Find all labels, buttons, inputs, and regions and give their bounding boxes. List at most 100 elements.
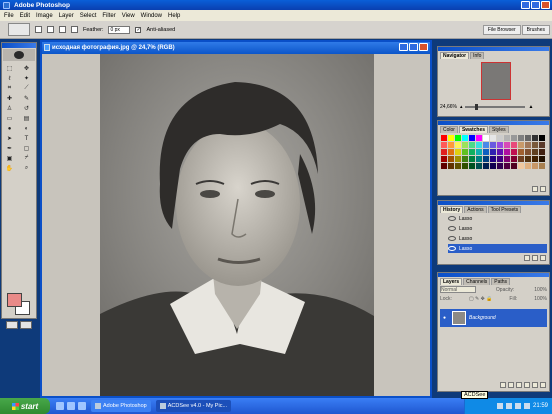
eye-visibility-icon[interactable]: ● xyxy=(440,315,449,321)
color-swatch[interactable] xyxy=(525,156,531,162)
new-layer-icon[interactable] xyxy=(532,382,538,388)
color-swatch[interactable] xyxy=(455,163,461,169)
menu-select[interactable]: Select xyxy=(80,13,97,19)
menu-filter[interactable]: Filter xyxy=(102,13,115,19)
layer-row-background[interactable]: ● Background xyxy=(440,309,547,327)
lock-icons[interactable]: ▢ ✎ ✥ 🔒 xyxy=(469,296,493,302)
doc-maximize-button[interactable] xyxy=(409,43,418,51)
eraser-tool-icon[interactable]: ▭ xyxy=(3,114,16,123)
color-swatch[interactable] xyxy=(455,142,461,148)
tab-color[interactable]: Color xyxy=(440,126,458,133)
zoom-in-icon[interactable]: ▲ xyxy=(528,104,533,110)
new-selection-icon[interactable] xyxy=(35,26,42,33)
color-swatch[interactable] xyxy=(497,156,503,162)
tool-preset-picker[interactable] xyxy=(8,23,30,36)
marquee-tool-icon[interactable]: ⬚ xyxy=(3,64,16,73)
history-item[interactable]: Lasso xyxy=(448,214,547,223)
minimize-button[interactable] xyxy=(521,1,530,9)
color-swatch[interactable] xyxy=(483,163,489,169)
color-swatch[interactable] xyxy=(462,156,468,162)
tab-actions[interactable]: Actions xyxy=(464,206,487,213)
history-item-selected[interactable]: Lasso xyxy=(448,244,547,253)
color-swatch[interactable] xyxy=(469,156,475,162)
color-swatch[interactable] xyxy=(511,135,517,141)
color-swatch[interactable] xyxy=(469,149,475,155)
color-swatch[interactable] xyxy=(441,135,447,141)
color-swatch[interactable] xyxy=(518,156,524,162)
color-swatch[interactable] xyxy=(476,163,482,169)
color-swatch[interactable] xyxy=(448,142,454,148)
color-swatch[interactable] xyxy=(448,156,454,162)
quickmask-mode-icon[interactable] xyxy=(20,321,32,329)
color-swatch[interactable] xyxy=(469,142,475,148)
move-tool-icon[interactable]: ✥ xyxy=(20,64,33,73)
color-swatch[interactable] xyxy=(462,135,468,141)
brush-tool-icon[interactable]: ✎ xyxy=(20,94,33,103)
zoom-slider[interactable] xyxy=(465,104,526,110)
notes-tool-icon[interactable]: ▣ xyxy=(3,154,16,163)
desktop-icon[interactable] xyxy=(56,402,64,410)
feather-input[interactable]: 0 px xyxy=(108,25,131,34)
color-swatch[interactable] xyxy=(532,135,538,141)
color-swatch[interactable] xyxy=(518,135,524,141)
tab-info[interactable]: Info xyxy=(470,52,485,59)
opacity-value[interactable]: 100% xyxy=(534,287,547,293)
tray-icon[interactable] xyxy=(496,403,503,409)
color-swatch[interactable] xyxy=(525,135,531,141)
color-swatch[interactable] xyxy=(476,149,482,155)
menu-layer[interactable]: Layer xyxy=(59,13,74,19)
menu-view[interactable]: View xyxy=(122,13,135,19)
volume-icon[interactable] xyxy=(523,403,530,409)
new-document-from-state-icon[interactable] xyxy=(524,255,530,261)
color-swatch[interactable] xyxy=(539,156,545,162)
navigator-thumbnail[interactable] xyxy=(481,62,511,100)
color-swatch[interactable] xyxy=(532,142,538,148)
color-swatch[interactable] xyxy=(448,149,454,155)
healing-brush-icon[interactable]: ✚ xyxy=(3,94,16,103)
browser-icon[interactable] xyxy=(67,402,75,410)
toolbox-titlebar[interactable] xyxy=(2,43,36,48)
adobe-online-button[interactable] xyxy=(3,49,35,61)
layer-style-icon[interactable] xyxy=(500,382,506,388)
shape-tool-icon[interactable]: ▢ xyxy=(20,144,33,153)
menu-window[interactable]: Window xyxy=(141,13,162,19)
standard-mode-icon[interactable] xyxy=(6,321,18,329)
document-titlebar[interactable]: исходная фотография.jpg @ 24,7% (RGB) xyxy=(42,42,430,54)
crop-tool-icon[interactable]: ⌗ xyxy=(3,84,16,93)
color-swatch[interactable] xyxy=(476,135,482,141)
task-photoshop[interactable]: Adobe Photoshop xyxy=(91,400,151,412)
color-swatch[interactable] xyxy=(483,149,489,155)
color-swatch[interactable] xyxy=(504,135,510,141)
intersect-selection-icon[interactable] xyxy=(71,26,78,33)
color-swatch[interactable] xyxy=(441,142,447,148)
layer-mask-icon[interactable] xyxy=(508,382,514,388)
eyedropper-tool-icon[interactable]: ⌿ xyxy=(20,154,33,163)
history-item[interactable]: Lasso xyxy=(448,224,547,233)
blur-tool-icon[interactable]: ● xyxy=(3,124,16,133)
new-swatch-icon[interactable] xyxy=(532,186,538,192)
color-swatch[interactable] xyxy=(504,142,510,148)
adjustment-layer-icon[interactable] xyxy=(524,382,530,388)
color-swatch[interactable] xyxy=(532,149,538,155)
color-swatch[interactable] xyxy=(455,135,461,141)
zoom-out-icon[interactable]: ▴ xyxy=(460,104,463,110)
task-acdsee[interactable]: ACDSee v4.0 - My Pic... xyxy=(155,400,232,412)
subtract-selection-icon[interactable] xyxy=(59,26,66,33)
color-swatch[interactable] xyxy=(476,142,482,148)
color-swatch[interactable] xyxy=(511,149,517,155)
tab-styles[interactable]: Styles xyxy=(489,126,509,133)
trash-icon[interactable] xyxy=(540,382,546,388)
zoom-slider-handle[interactable] xyxy=(475,104,479,110)
color-swatch[interactable] xyxy=(469,135,475,141)
tray-icon[interactable] xyxy=(514,403,521,409)
doc-minimize-button[interactable] xyxy=(399,43,408,51)
color-swatch[interactable] xyxy=(448,135,454,141)
tab-swatches[interactable]: Swatches xyxy=(458,126,489,133)
color-swatch[interactable] xyxy=(462,149,468,155)
delete-swatch-icon[interactable] xyxy=(540,186,546,192)
slice-tool-icon[interactable]: ⟋ xyxy=(20,84,33,93)
color-swatch[interactable] xyxy=(518,142,524,148)
menu-image[interactable]: Image xyxy=(36,13,53,19)
color-swatch[interactable] xyxy=(504,156,510,162)
color-swatch[interactable] xyxy=(490,149,496,155)
